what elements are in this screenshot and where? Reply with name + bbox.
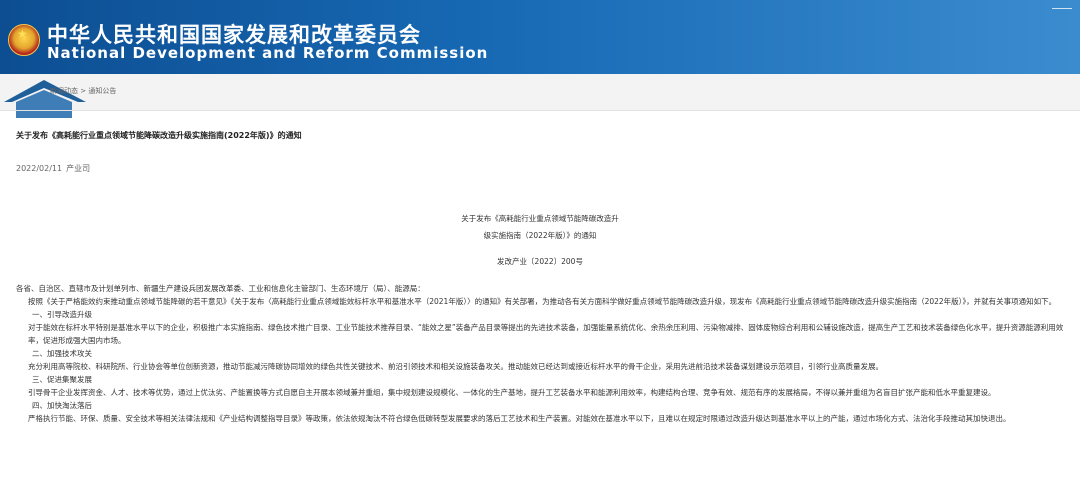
- article-meta: 2022/02/11 产业司: [16, 163, 90, 174]
- national-emblem-icon: ★: [8, 24, 40, 56]
- document-heading-line-2: 级实施指南（2022年版）》的通知: [483, 231, 597, 240]
- section-4-heading: 四、加快淘汰落后: [32, 401, 92, 410]
- breadcrumb[interactable]: 新闻动态 > 通知公告: [50, 86, 116, 96]
- section-3-text: 引导骨干企业发挥资金、人才、技术等优势，通过上优汰劣、产能置换等方式自愿自主开展…: [28, 388, 996, 397]
- article-title: 关于发布《高耗能行业重点领域节能降碳改造升级实施指南(2022年版)》的通知: [16, 131, 302, 140]
- document-heading-line-1: 关于发布《高耗能行业重点领域节能降碳改造升: [461, 214, 619, 223]
- section-3-heading: 三、促进集聚发展: [32, 375, 92, 384]
- breadcrumb-bar: [0, 74, 1080, 110]
- divider: [0, 110, 1080, 111]
- article-body: 各省、自治区、直辖市及计划单列市、新疆生产建设兵团发展改革委、工业和信息化主管部…: [16, 282, 1066, 425]
- section-4-text: 严格执行节能、环保、质量、安全技术等相关法律法规和《产业结构调整指导目录》等政策…: [28, 414, 1011, 423]
- section-1-heading: 一、引导改造升级: [32, 310, 92, 319]
- document-number: 发改产业〔2022〕200号: [497, 257, 583, 266]
- section-1-text: 对于能效在标杆水平特别是基准水平以下的企业，积极推广本实施指南、绿色技术推广目录…: [28, 323, 1064, 345]
- section-2-text: 充分利用高等院校、科研院所、行业协会等单位创新资源，推动节能减污降碳协同增效的绿…: [28, 362, 883, 371]
- article-department: 产业司: [66, 164, 91, 173]
- section-2-heading: 二、加强技术攻关: [32, 349, 92, 358]
- article-date: 2022/02/11: [16, 164, 63, 173]
- site-title-en[interactable]: National Development and Reform Commissi…: [47, 44, 488, 62]
- site-header: ★ 中华人民共和国国家发展和改革委员会 National Development…: [0, 0, 1080, 74]
- intro-paragraph: 按照《关于严格能效约束推动重点领域节能降碳的若干意见》《关于发布〈高耗能行业重点…: [28, 297, 1057, 306]
- addressee: 各省、自治区、直辖市及计划单列市、新疆生产建设兵团发展改革委、工业和信息化主管部…: [16, 284, 425, 293]
- menu-line-icon[interactable]: [1052, 0, 1072, 9]
- home-icon[interactable]: [0, 78, 90, 118]
